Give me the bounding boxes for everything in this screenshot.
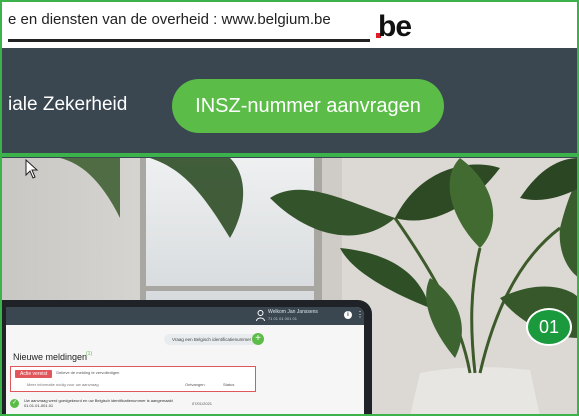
alert-status: Status [223,382,235,387]
notifications-title: Nieuwe meldingen [13,352,88,362]
laptop-device: Welkom Jan Janssens 71 01 01 001 01 i ⋮ … [0,300,372,416]
svg-text:be: be [378,10,411,43]
request-number-pill[interactable]: Vraag een Belgisch identificatienummer a… [164,334,260,345]
site-header: iale Zekerheid INSZ-nummer aanvragen [0,48,579,158]
user-number: 71 01 01 001 01 [268,316,297,321]
row-date: 07/01/2021 [192,401,213,406]
belgium-portal-link[interactable]: e en diensten van de overheid : www.belg… [8,11,331,28]
action-required-label: Actie vereist [15,370,53,378]
cursor-icon [25,159,39,179]
alert-subtext: Meer informatie nodig voor uw aanvraag [27,382,99,387]
alert-text: Gelieve de melding te vervolledigen [56,370,120,375]
step-number-badge: 01 [526,308,572,346]
action-required-card[interactable]: Actie vereist Gelieve de melding te verv… [10,366,256,392]
notification-row[interactable]: ✓ Uw aanvraag werd goedgekeurd en uw Bel… [10,397,350,413]
plus-icon[interactable]: + [252,333,264,345]
site-title: iale Zekerheid [8,94,128,115]
federal-top-bar: e en diensten van de overheid : www.belg… [0,0,579,48]
row-number: 01.01.01-001.01 [24,403,54,408]
check-icon: ✓ [10,399,19,408]
notifications-count: (1) [86,351,93,357]
info-icon[interactable]: i [344,311,352,319]
header-green-line [0,153,579,157]
be-logo[interactable]: be [376,5,416,43]
alert-received: Ontvangen [185,382,205,387]
top-bar-underline [8,39,370,42]
user-name: Welkom Jan Janssens [268,309,318,315]
insz-request-button[interactable]: INSZ-nummer aanvragen [172,79,444,133]
user-icon [256,310,265,321]
laptop-screen: Welkom Jan Janssens 71 01 01 001 01 i ⋮ … [6,307,364,416]
more-icon[interactable]: ⋮ [356,310,364,319]
